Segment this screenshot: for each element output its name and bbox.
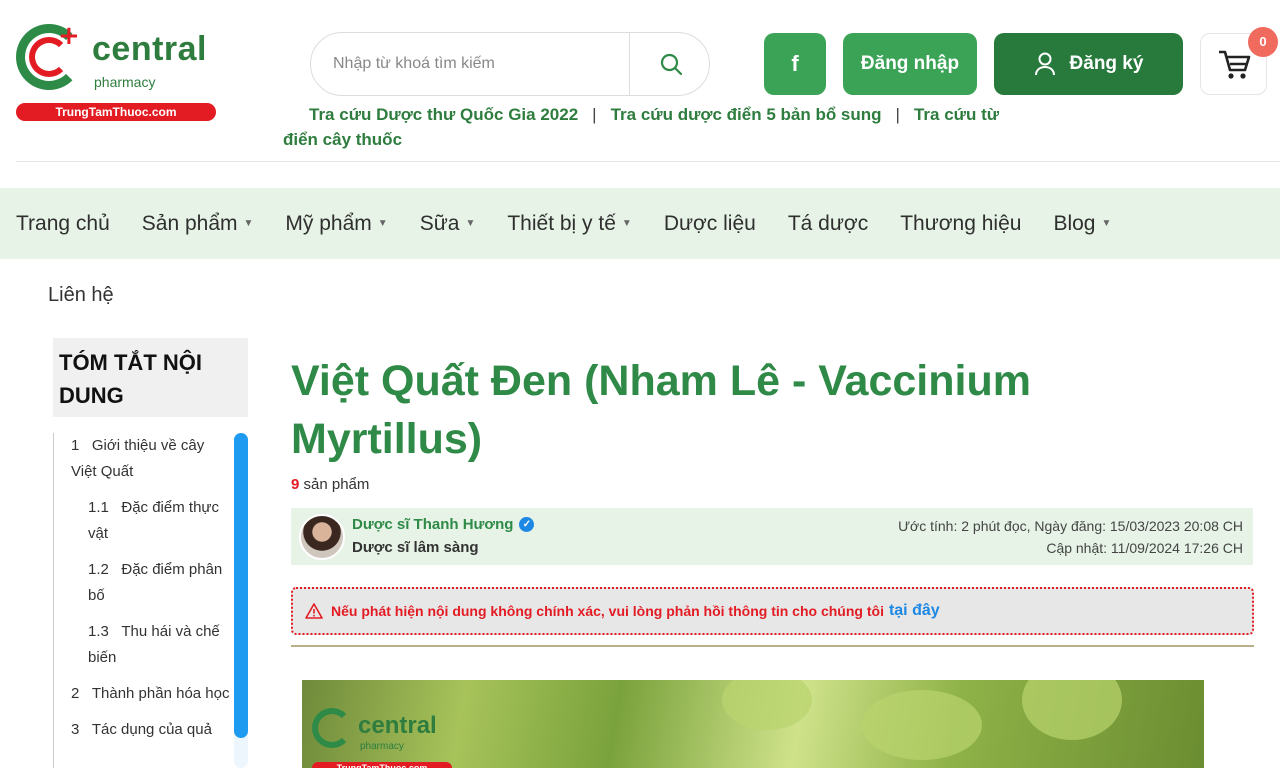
chevron-down-icon: ▼ bbox=[465, 218, 476, 229]
avatar[interactable] bbox=[299, 514, 345, 560]
nav-item-blog[interactable]: Blog ▼ bbox=[1037, 212, 1127, 236]
quick-link-duoc-dien[interactable]: Tra cứu dược điển 5 bản bổ sung bbox=[611, 105, 882, 124]
hero-brand-sub: pharmacy bbox=[360, 741, 404, 752]
cart-button[interactable]: 0 bbox=[1200, 27, 1278, 95]
search-button[interactable] bbox=[629, 33, 709, 95]
brand-name: central bbox=[92, 30, 207, 68]
breadcrumb[interactable]: Liên hệ bbox=[48, 284, 114, 307]
nav-item-brands[interactable]: Thương hiệu bbox=[884, 212, 1037, 236]
nav-item-cosmetics[interactable]: Mỹ phẩm ▼ bbox=[269, 212, 403, 236]
toc-item[interactable]: 1.3 Thu hái và chế biến bbox=[71, 619, 233, 671]
hero-brand-site: TrungTamThuoc.com bbox=[312, 762, 452, 768]
user-icon bbox=[1034, 52, 1055, 76]
article-meta: Ước tính: 2 phút đọc, Ngày đăng: 15/03/2… bbox=[898, 515, 1243, 559]
author-box: Dược sĩ Thanh Hương ✓ Dược sĩ lâm sàng Ướ… bbox=[291, 508, 1253, 565]
warning-icon bbox=[305, 603, 323, 619]
search-icon bbox=[660, 53, 682, 76]
chevron-down-icon: ▼ bbox=[243, 218, 254, 229]
site-header: + central pharmacy TrungTamThuoc.com f Đ… bbox=[16, 0, 1280, 162]
toc-item[interactable]: 1.1 Đặc điểm thực vật bbox=[71, 495, 233, 547]
chevron-down-icon: ▼ bbox=[621, 218, 632, 229]
product-count-number: 9 bbox=[291, 476, 300, 493]
facebook-icon: f bbox=[791, 51, 799, 76]
article-title: Việt Quất Đen (Nham Lê - Vaccinium Myrti… bbox=[291, 357, 1031, 463]
toc-title: TÓM TẮT NỘI DUNG bbox=[53, 338, 248, 417]
author-role: Dược sĩ lâm sàng bbox=[352, 539, 479, 556]
quick-links: Tra cứu Dược thư Quốc Gia 2022 | Tra cứu d… bbox=[283, 102, 1003, 152]
main-nav: Trang chủ Sản phẩm ▼ Mỹ phẩm ▼ Sữa ▼ Thiết … bbox=[0, 188, 1280, 259]
feedback-link[interactable]: tại đây bbox=[889, 602, 940, 620]
separator: | bbox=[895, 105, 900, 124]
site-logo[interactable]: + central pharmacy TrungTamThuoc.com bbox=[16, 21, 221, 122]
hero-brand-name: central bbox=[358, 712, 437, 739]
login-button[interactable]: Đăng nhập bbox=[843, 33, 977, 95]
nav-item-home[interactable]: Trang chủ bbox=[0, 212, 126, 236]
brand-site: TrungTamThuoc.com bbox=[16, 103, 216, 121]
read-time-date: Ước tính: 2 phút đọc, Ngày đăng: 15/03/2… bbox=[898, 518, 1243, 534]
leaf-shape bbox=[862, 690, 982, 760]
cart-icon bbox=[1218, 50, 1250, 79]
toc-item[interactable]: 1.2 Đặc điểm phân bố bbox=[71, 557, 233, 609]
toc-item[interactable]: 2 Thành phần hóa học bbox=[71, 681, 233, 707]
chevron-down-icon: ▼ bbox=[1101, 218, 1112, 229]
updated-date: Cập nhật: 11/09/2024 17:26 CH bbox=[1046, 540, 1243, 556]
table-of-contents: TÓM TẮT NỘI DUNG 1 Giới thiệu về cây Việ… bbox=[53, 338, 248, 768]
search-input[interactable] bbox=[311, 33, 629, 95]
separator: | bbox=[592, 105, 597, 124]
product-count[interactable]: 9 sản phẩm bbox=[291, 476, 369, 493]
quick-link-duoc-thu[interactable]: Tra cứu Dược thư Quốc Gia 2022 bbox=[309, 105, 578, 124]
nav-item-milk[interactable]: Sữa ▼ bbox=[404, 212, 492, 236]
register-label: Đăng ký bbox=[1069, 53, 1144, 74]
nav-item-herbal[interactable]: Dược liệu bbox=[648, 212, 772, 236]
leaf-shape bbox=[1022, 680, 1122, 740]
nav-item-medical-devices[interactable]: Thiết bị y tế ▼ bbox=[491, 212, 647, 236]
author-name[interactable]: Dược sĩ Thanh Hương ✓ bbox=[352, 516, 535, 533]
toc-scrollbar[interactable] bbox=[234, 433, 248, 738]
toc-item[interactable]: 3 Tác dụng của quả bbox=[71, 717, 233, 743]
notice-text: Nếu phát hiện nội dung không chính xác, … bbox=[331, 603, 884, 619]
plus-icon: + bbox=[58, 21, 80, 51]
facebook-button[interactable]: f bbox=[764, 33, 826, 95]
divider bbox=[291, 645, 1254, 647]
chevron-down-icon: ▼ bbox=[377, 218, 388, 229]
search-box bbox=[310, 32, 710, 96]
feedback-notice: Nếu phát hiện nội dung không chính xác, … bbox=[291, 587, 1254, 635]
hero-watermark-logo: central pharmacy TrungTamThuoc.com bbox=[312, 708, 472, 768]
nav-item-products[interactable]: Sản phẩm ▼ bbox=[126, 212, 270, 236]
register-button[interactable]: Đăng ký bbox=[994, 33, 1183, 95]
brand-sub: pharmacy bbox=[94, 74, 156, 90]
leaf-shape bbox=[722, 680, 812, 730]
logo-ring-icon bbox=[312, 708, 352, 748]
cart-count-badge: 0 bbox=[1248, 27, 1278, 57]
hero-image: central pharmacy TrungTamThuoc.com bbox=[302, 680, 1204, 768]
toc-list: 1 Giới thiệu về cây Việt Quất 1.1 Đặc đi… bbox=[53, 433, 233, 768]
toc-item[interactable]: 1 Giới thiệu về cây Việt Quất bbox=[71, 433, 233, 485]
verified-icon: ✓ bbox=[519, 517, 535, 532]
nav-item-excipients[interactable]: Tá dược bbox=[772, 212, 884, 236]
